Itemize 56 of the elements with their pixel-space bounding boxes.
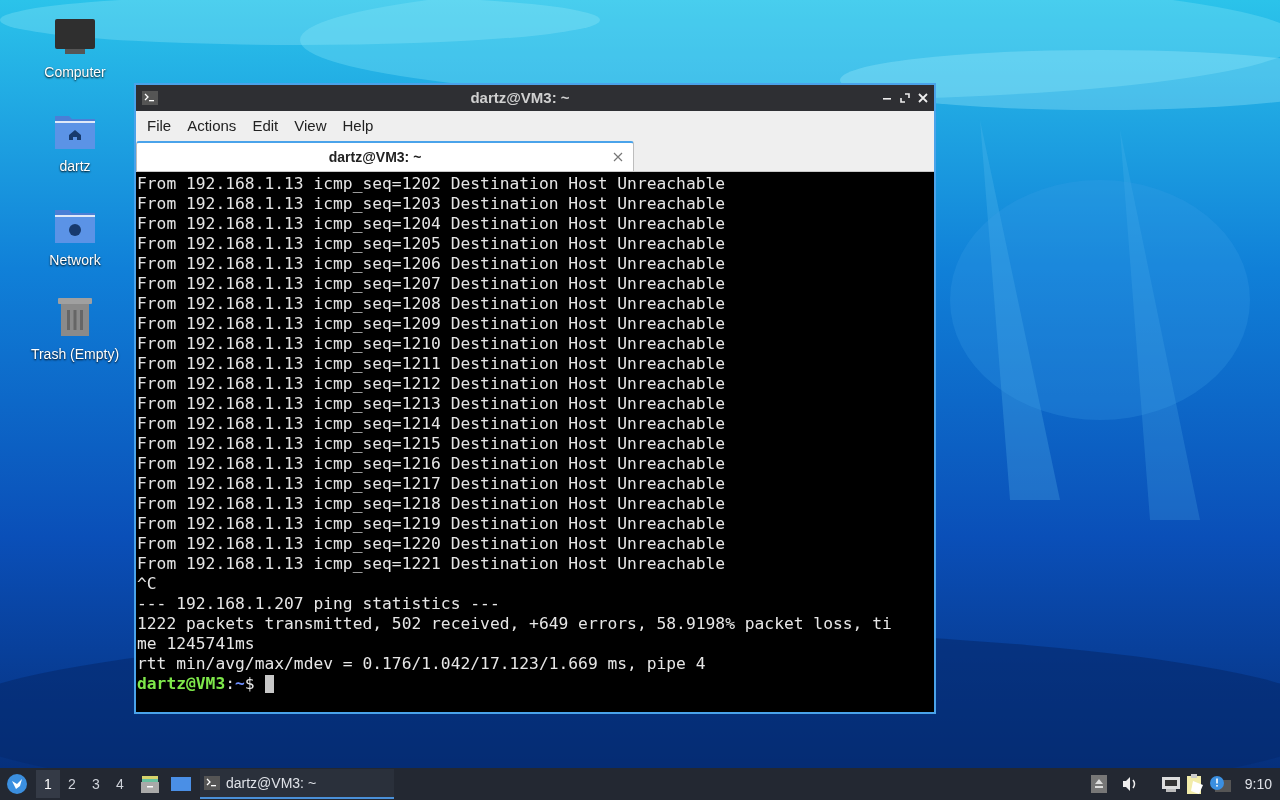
terminal-line: From 192.168.1.13 icmp_seq=1204 Destination Host Unreachable <box>137 214 726 234</box>
eject-icon[interactable] <box>1090 775 1107 793</box>
workspace-button[interactable]: 2 <box>60 770 84 798</box>
tab[interactable]: dartz@VM3: ~ <box>136 141 634 171</box>
desktop-icon-label[interactable]: Trash (Empty) <box>30 344 120 365</box>
terminal-line: From 192.168.1.13 icmp_seq=1216 Destination Host Unreachable <box>137 454 726 474</box>
notification-icon[interactable] <box>1208 775 1231 793</box>
terminal-line: --- 192.168.1.207 ping statistics --- <box>137 594 500 614</box>
terminal-line: From 192.168.1.13 icmp_seq=1215 Destination Host Unreachable <box>137 434 726 454</box>
prompt-colon: : <box>225 674 236 694</box>
terminal-line: From 192.168.1.13 icmp_seq=1212 Destination Host Unreachable <box>137 374 726 394</box>
terminal-line: From 192.168.1.13 icmp_seq=1211 Destination Host Unreachable <box>137 354 726 374</box>
prompt-path: ~ <box>235 674 245 694</box>
clock[interactable]: 9:10 <box>1244 773 1272 795</box>
terminal-line: From 192.168.1.13 icmp_seq=1220 Destination Host Unreachable <box>137 534 726 554</box>
menu-item[interactable]: File <box>139 114 180 138</box>
terminal-line: From 192.168.1.13 icmp_seq=1203 Destination Host Unreachable <box>137 194 726 214</box>
network-icon[interactable] <box>1160 775 1181 793</box>
terminal-line: From 192.168.1.13 icmp_seq=1218 Destination Host Unreachable <box>137 494 726 514</box>
menu-item[interactable]: Edit <box>244 114 287 138</box>
terminal-line: From 192.168.1.13 icmp_seq=1213 Destination Host Unreachable <box>137 394 726 414</box>
prompt-user-host: dartz@VM3 <box>137 674 226 694</box>
terminal-icon <box>142 91 158 105</box>
clipboard-icon[interactable] <box>1184 773 1205 795</box>
file-cabinet-icon[interactable] <box>140 774 160 794</box>
task-button[interactable]: dartz@VM3: ~ <box>200 769 394 799</box>
workspace-button[interactable]: 1 <box>36 770 60 798</box>
terminal-line: From 192.168.1.13 icmp_seq=1205 Destination Host Unreachable <box>137 234 726 254</box>
desktop-icon[interactable] <box>170 775 192 793</box>
terminal-line: From 192.168.1.13 icmp_seq=1202 Destination Host Unreachable <box>137 174 726 194</box>
terminal-line: From 192.168.1.13 icmp_seq=1206 Destination Host Unreachable <box>137 254 726 274</box>
prompt-symbol: $ <box>244 674 255 694</box>
terminal-line: me 1245741ms <box>137 634 255 654</box>
terminal-line: From 192.168.1.13 icmp_seq=1210 Destination Host Unreachable <box>137 334 726 354</box>
terminal-line: 1222 packets transmitted, 502 received, +649 errors, 58.9198% packet loss, ti <box>137 614 892 634</box>
terminal-line: From 192.168.1.13 icmp_seq=1219 Destination Host Unreachable <box>137 514 726 534</box>
menu-item[interactable]: Help <box>334 114 382 138</box>
trash-icon <box>56 296 94 338</box>
terminal-icon <box>204 776 220 790</box>
terminal-line: From 192.168.1.13 icmp_seq=1207 Destination Host Unreachable <box>137 274 726 294</box>
workspace-button[interactable]: 3 <box>84 770 108 798</box>
window-title: dartz@VM3: ~ <box>469 87 571 108</box>
tab-label: dartz@VM3: ~ <box>327 147 423 167</box>
terminal-line: From 192.168.1.13 icmp_seq=1217 Destination Host Unreachable <box>137 474 726 494</box>
workspace-button[interactable]: 4 <box>108 770 132 798</box>
terminal-line: From 192.168.1.13 icmp_seq=1214 Destination Host Unreachable <box>137 414 726 434</box>
terminal-line: ^C <box>137 574 157 594</box>
terminal-line: From 192.168.1.13 icmp_seq=1221 Destination Host Unreachable <box>137 554 726 574</box>
terminal-line: From 192.168.1.13 icmp_seq=1208 Destination Host Unreachable <box>137 294 726 314</box>
terminal-line: From 192.168.1.13 icmp_seq=1209 Destination Host Unreachable <box>137 314 726 334</box>
desktop-icon-label[interactable]: Network <box>49 250 101 271</box>
maximize-icon[interactable] <box>900 93 910 103</box>
menu-item[interactable]: Actions <box>179 114 245 138</box>
terminal-line: rtt min/avg/max/mdev = 0.176/1.042/17.123/1.669 ms, pipe 4 <box>137 654 706 674</box>
monitor-icon <box>54 18 96 56</box>
menu-item[interactable]: View <box>286 114 335 138</box>
